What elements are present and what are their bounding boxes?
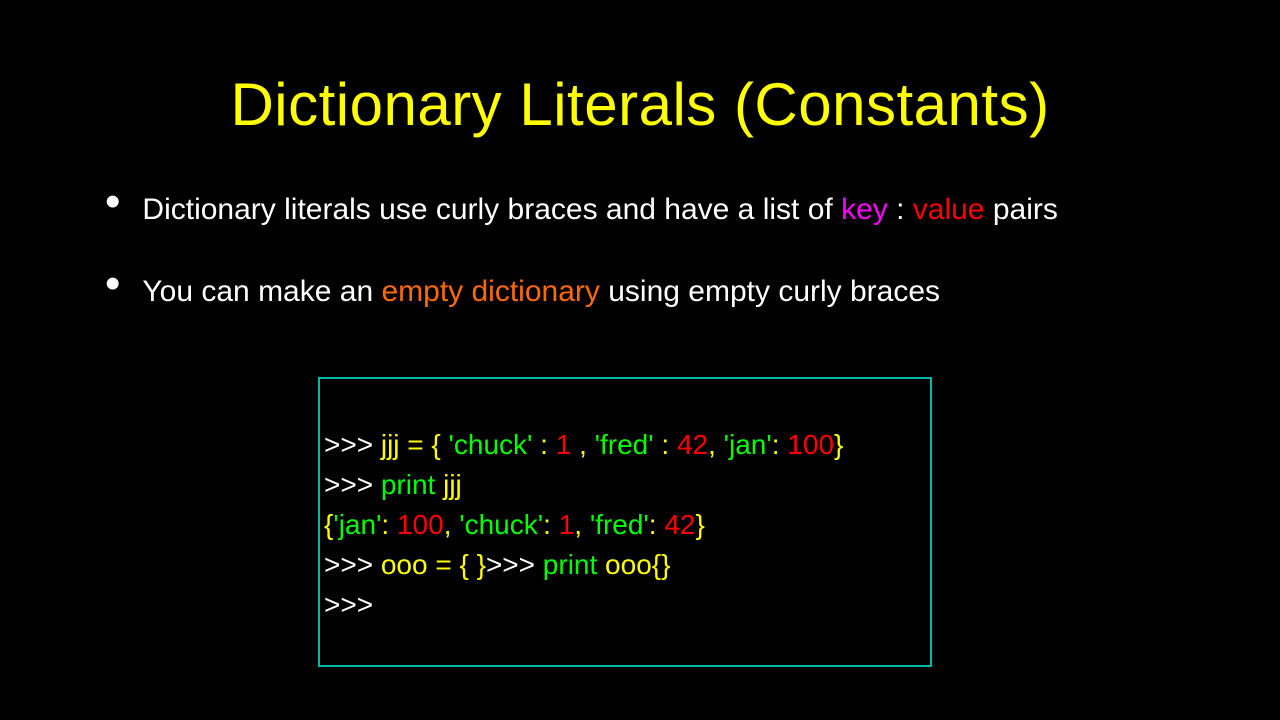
- slide: Dictionary Literals (Constants) • Dictio…: [0, 0, 1280, 720]
- code-token: 1: [559, 509, 575, 540]
- keyword-value: value: [913, 193, 985, 226]
- code-token: 100: [397, 509, 444, 540]
- code-token: 1: [556, 429, 572, 460]
- bullet-text-1: Dictionary literals use curly braces and…: [142, 189, 1200, 231]
- code-token: :: [772, 429, 788, 460]
- code-token: 'fred': [595, 429, 654, 460]
- keyword-empty: empty dictionary: [381, 275, 599, 308]
- code-token: 'fred': [590, 509, 649, 540]
- code-token: :: [654, 429, 677, 460]
- code-token: jjj: [443, 469, 462, 500]
- code-token: }: [834, 429, 843, 460]
- code-token: :: [543, 509, 559, 540]
- code-token: {}: [652, 549, 671, 580]
- code-token: 'chuck': [449, 429, 533, 460]
- code-token: ooo: [605, 549, 652, 580]
- prompt: >>>: [324, 469, 381, 500]
- bullet-text-2: You can make an empty dictionary using e…: [142, 271, 1200, 313]
- prompt: >>>: [324, 429, 381, 460]
- code-token: :: [649, 509, 665, 540]
- text-segment: Dictionary literals use curly braces and…: [142, 193, 841, 226]
- bullet-item-2: • You can make an empty dictionary using…: [105, 271, 1200, 313]
- keyword-key: key: [841, 193, 888, 226]
- bullet-icon: •: [105, 189, 120, 215]
- code-line-1: >>> jjj = { 'chuck' : 1 , 'fred' : 42, '…: [324, 425, 930, 465]
- slide-title: Dictionary Literals (Constants): [0, 0, 1280, 139]
- code-token: :: [381, 509, 397, 540]
- text-segment: using empty curly braces: [600, 275, 940, 308]
- code-token: 'chuck': [459, 509, 543, 540]
- code-line-5: >>>: [324, 585, 930, 625]
- prompt: >>>: [324, 549, 381, 580]
- code-token: jjj = {: [381, 429, 449, 460]
- code-token: :: [532, 429, 555, 460]
- code-line-4: >>> ooo = { }>>> print ooo{}: [324, 545, 930, 585]
- code-token: ,: [444, 509, 460, 540]
- code-token: ,: [571, 429, 594, 460]
- code-line-3: {'jan': 100, 'chuck': 1, 'fred': 42}: [324, 505, 930, 545]
- code-token: 100: [787, 429, 834, 460]
- bullet-icon: •: [105, 271, 120, 297]
- bullet-list: • Dictionary literals use curly braces a…: [105, 189, 1200, 313]
- code-token: print: [543, 549, 605, 580]
- bullet-item-1: • Dictionary literals use curly braces a…: [105, 189, 1200, 231]
- code-token: 'jan': [333, 509, 381, 540]
- code-line-2: >>> print jjj: [324, 465, 930, 505]
- code-token: 42: [677, 429, 708, 460]
- code-token: ,: [708, 429, 724, 460]
- code-token: ooo = { }: [381, 549, 486, 580]
- text-segment: pairs: [984, 193, 1057, 226]
- code-token: }: [695, 509, 704, 540]
- code-block: >>> jjj = { 'chuck' : 1 , 'fred' : 42, '…: [318, 377, 932, 667]
- prompt: >>>: [324, 589, 373, 620]
- code-token: 'jan': [724, 429, 772, 460]
- code-token: ,: [574, 509, 590, 540]
- code-token: 42: [664, 509, 695, 540]
- code-token: {: [324, 509, 333, 540]
- code-token: print: [381, 469, 443, 500]
- prompt: >>>: [486, 549, 543, 580]
- text-segment: You can make an: [142, 275, 381, 308]
- text-segment: :: [888, 193, 913, 226]
